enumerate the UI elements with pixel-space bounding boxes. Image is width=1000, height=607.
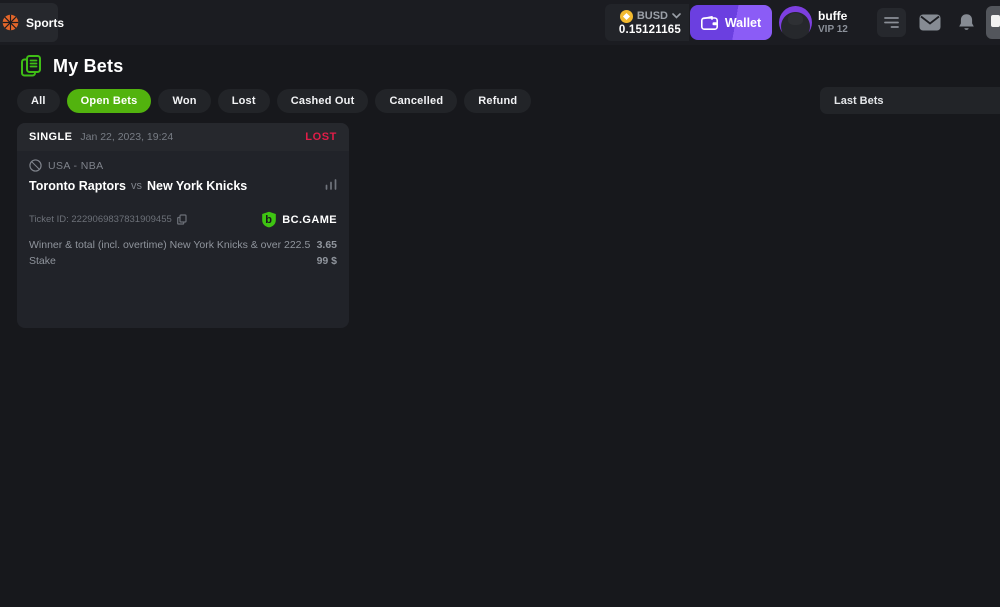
brand: b BC.GAME: [261, 211, 337, 228]
my-bets-page: Sports BUSD 0.15121165 Wallet buffe V: [0, 0, 1000, 607]
topbar: Sports BUSD 0.15121165 Wallet buffe V: [0, 0, 1000, 45]
currency-balance: 0.15121165: [619, 24, 681, 36]
svg-text:b: b: [265, 214, 272, 226]
bell-icon: [958, 13, 975, 32]
wallet-icon: [701, 16, 718, 30]
league-row: USA - NBA: [29, 159, 104, 172]
currency-selector[interactable]: BUSD 0.15121165: [605, 4, 689, 41]
chevron-down-icon: [672, 13, 681, 19]
user-vip-level: VIP 12: [818, 24, 848, 37]
currency-code: BUSD: [637, 10, 668, 22]
bet-status-badge: LOST: [305, 131, 337, 143]
sort-dropdown[interactable]: Last Bets: [820, 87, 1000, 114]
my-bets-icon: [20, 54, 43, 78]
bet-selection-label: Winner & total (incl. overtime) New York…: [29, 239, 310, 251]
sports-tab-label: Sports: [26, 16, 64, 30]
bet-slip-button[interactable]: [877, 8, 906, 37]
bcgame-logo-icon: b: [261, 211, 277, 228]
copy-ticket-button[interactable]: [177, 214, 187, 225]
stats-button[interactable]: [325, 177, 337, 195]
league-label: USA - NBA: [48, 160, 104, 172]
wallet-button-label: Wallet: [725, 16, 761, 30]
busd-coin-icon: [620, 10, 633, 23]
basketball-icon: [2, 14, 19, 31]
filter-lost[interactable]: Lost: [218, 89, 270, 113]
away-team: New York Knicks: [147, 179, 247, 193]
bet-card-header: SINGLE Jan 22, 2023, 19:24 LOST: [17, 123, 349, 151]
stake-row: Stake 99 $: [29, 255, 337, 267]
filter-cancelled[interactable]: Cancelled: [375, 89, 457, 113]
filter-refund[interactable]: Refund: [464, 89, 531, 113]
stake-label: Stake: [29, 255, 56, 267]
bet-selection-row: Winner & total (incl. overtime) New York…: [29, 239, 337, 251]
home-team: Toronto Raptors: [29, 179, 126, 193]
sports-tab[interactable]: Sports: [0, 3, 58, 42]
bet-date: Jan 22, 2023, 19:24: [80, 131, 173, 143]
user-meta[interactable]: buffe VIP 12: [818, 9, 848, 37]
filter-open-bets[interactable]: Open Bets: [67, 89, 152, 113]
sort-dropdown-value: Last Bets: [834, 95, 884, 107]
stake-value: 99 $: [317, 255, 337, 267]
filter-cashed-out[interactable]: Cashed Out: [277, 89, 369, 113]
bet-type: SINGLE: [29, 131, 72, 143]
vs-label: vs: [131, 180, 142, 192]
ticket-row: Ticket ID: 2229069837831909455 b BC.GAME: [29, 211, 337, 228]
mail-icon: [919, 14, 941, 31]
inbox-button[interactable]: [918, 11, 942, 33]
bet-slip-icon: [884, 16, 899, 29]
brand-name: BC.GAME: [282, 214, 337, 226]
teams-row[interactable]: Toronto Raptors vs New York Knicks: [29, 177, 337, 195]
bet-odds-value: 3.65: [317, 239, 337, 251]
filter-all[interactable]: All: [17, 89, 60, 113]
user-avatar[interactable]: [779, 6, 812, 39]
page-title: My Bets: [53, 56, 123, 77]
chat-button[interactable]: [986, 6, 1000, 39]
bet-card[interactable]: SINGLE Jan 22, 2023, 19:24 LOST USA - NB…: [17, 123, 349, 328]
notifications-button[interactable]: [956, 11, 976, 33]
user-name: buffe: [818, 9, 848, 24]
bar-chart-icon: [325, 179, 337, 190]
filter-won[interactable]: Won: [158, 89, 210, 113]
ticket-id: Ticket ID: 2229069837831909455: [29, 214, 172, 225]
copy-icon: [177, 214, 187, 225]
league-basketball-icon: [29, 159, 42, 172]
wallet-button[interactable]: Wallet: [690, 5, 772, 40]
filter-pills: All Open Bets Won Lost Cashed Out Cancel…: [17, 89, 531, 113]
page-head: My Bets: [20, 54, 123, 78]
